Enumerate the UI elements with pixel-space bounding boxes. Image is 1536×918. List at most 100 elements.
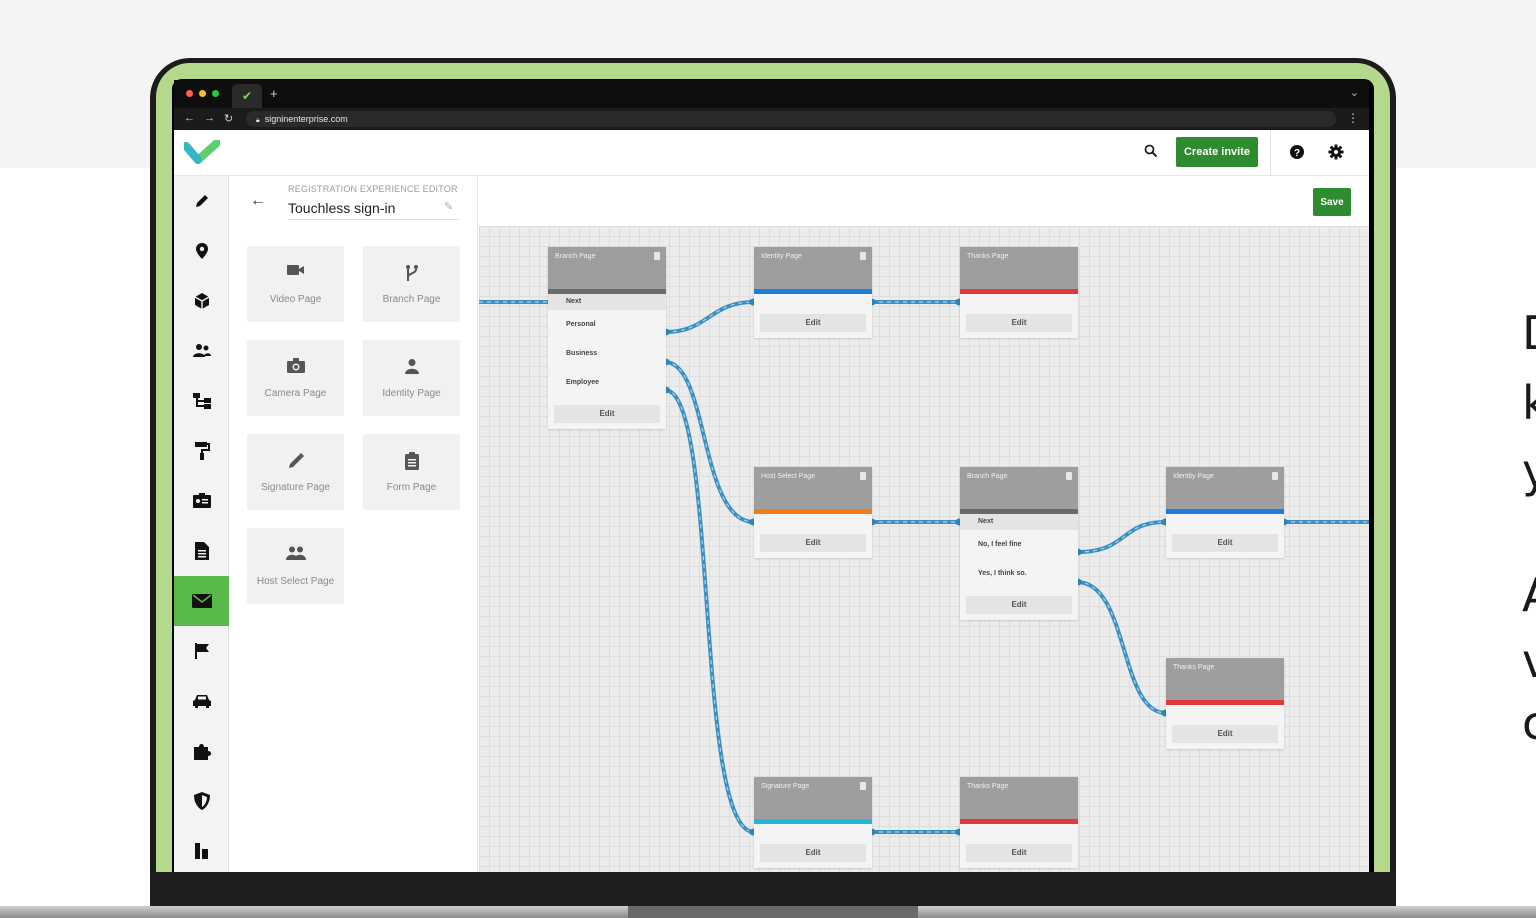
tile-host-select-page[interactable]: Host Select Page <box>247 528 344 604</box>
flow-canvas[interactable]: Save Branch Page Next Personal Business … <box>479 176 1369 872</box>
nav-car-icon[interactable] <box>174 676 229 726</box>
node-edit-button[interactable]: Edit <box>966 844 1072 862</box>
node-edit-button[interactable]: Edit <box>1172 725 1278 743</box>
nav-id-card-icon[interactable] <box>174 476 229 526</box>
minimize-window-dot[interactable] <box>199 90 206 97</box>
nav-shield-icon[interactable] <box>174 776 229 826</box>
tile-label: Camera Page <box>264 388 327 399</box>
trash-icon[interactable] <box>860 782 866 790</box>
node-option[interactable]: Employee <box>548 368 666 397</box>
experience-title[interactable]: Touchless sign-in <box>288 200 395 216</box>
node-header: Signature Page <box>754 777 872 819</box>
node-header: Branch Page <box>960 467 1078 509</box>
video-camera-icon <box>247 264 344 276</box>
svg-text:?: ? <box>1294 148 1300 159</box>
nav-layout-icon[interactable] <box>174 826 229 872</box>
tile-camera-page[interactable]: Camera Page <box>247 340 344 416</box>
side-text-char: v <box>1522 634 1536 688</box>
flow-node-thanks-page[interactable]: Thanks Page Edit <box>960 777 1078 868</box>
node-edit-button[interactable]: Edit <box>760 314 866 332</box>
maximize-window-dot[interactable] <box>212 90 219 97</box>
node-edit-button[interactable]: Edit <box>760 844 866 862</box>
nav-people-icon[interactable] <box>174 326 229 376</box>
node-edit-button[interactable]: Edit <box>966 314 1072 332</box>
back-arrow-icon[interactable]: ← <box>184 112 195 124</box>
nav-hierarchy-icon[interactable] <box>174 376 229 426</box>
nav-envelope-icon[interactable] <box>174 576 229 626</box>
tile-identity-page[interactable]: Identity Page <box>363 340 460 416</box>
flow-node-thanks-page[interactable]: Thanks Page Edit <box>1166 658 1284 749</box>
flow-node-host-select-page[interactable]: Host Select Page Edit <box>754 467 872 558</box>
node-title: Branch Page <box>967 473 1008 480</box>
reload-icon[interactable]: ↻ <box>224 112 233 125</box>
laptop-notch <box>628 906 918 918</box>
check-icon: ✔ <box>242 89 253 103</box>
node-header: Identity Page <box>754 247 872 289</box>
tile-branch-page[interactable]: Branch Page <box>363 246 460 322</box>
forward-arrow-icon[interactable]: → <box>204 112 215 124</box>
brand-logo-icon[interactable] <box>182 138 222 169</box>
new-tab-icon[interactable]: + <box>270 86 278 101</box>
node-edit-button[interactable]: Edit <box>554 405 660 423</box>
nav-puzzle-icon[interactable] <box>174 726 229 776</box>
close-window-dot[interactable] <box>186 90 193 97</box>
tile-label: Branch Page <box>382 294 441 305</box>
side-text-char: c <box>1522 696 1536 750</box>
address-bar[interactable]: 🔒︎ signinenterprise.com <box>246 111 1336 127</box>
flow-node-signature-page[interactable]: Signature Page Edit <box>754 777 872 868</box>
tile-video-page[interactable]: Video Page <box>247 246 344 322</box>
side-text-char: D <box>1522 310 1536 356</box>
node-option[interactable]: Yes, I think so. <box>960 559 1078 588</box>
gear-icon[interactable] <box>1328 144 1344 165</box>
side-text-char: y <box>1522 444 1536 498</box>
node-option[interactable]: Business <box>548 339 666 368</box>
node-header: Thanks Page <box>1166 658 1284 700</box>
node-title: Thanks Page <box>967 783 1009 790</box>
flow-node-identity-page[interactable]: Identity Page Edit <box>1166 467 1284 558</box>
search-icon[interactable] <box>1144 144 1158 163</box>
chevron-down-icon[interactable]: ⌄ <box>1350 86 1359 99</box>
node-edit-button[interactable]: Edit <box>760 534 866 552</box>
nav-flag-icon[interactable] <box>174 626 229 676</box>
flow-node-branch-page[interactable]: Branch Page Next No, I feel fine Yes, I … <box>960 467 1078 620</box>
node-next-output[interactable]: Next <box>960 514 1078 530</box>
browser-menu-icon[interactable]: ⋮ <box>1347 111 1359 125</box>
node-color-bar <box>754 819 872 824</box>
node-option[interactable]: No, I feel fine <box>960 530 1078 559</box>
node-title: Host Select Page <box>761 473 816 480</box>
trash-icon[interactable] <box>860 252 866 260</box>
help-icon[interactable]: ? <box>1289 144 1305 165</box>
nav-package-icon[interactable] <box>174 276 229 326</box>
trash-icon[interactable] <box>1066 472 1072 480</box>
flow-node-branch-page[interactable]: Branch Page Next Personal Business Emplo… <box>548 247 666 429</box>
node-edit-button[interactable]: Edit <box>966 596 1072 614</box>
node-header: Thanks Page <box>960 777 1078 819</box>
create-invite-button[interactable]: Create invite <box>1176 137 1258 167</box>
nav-location-pin-icon[interactable] <box>174 226 229 276</box>
back-arrow-icon[interactable]: ← <box>250 192 266 210</box>
flow-node-identity-page[interactable]: Identity Page Edit <box>754 247 872 338</box>
tile-signature-page[interactable]: Signature Page <box>247 434 344 510</box>
connection-line <box>663 360 756 524</box>
flow-node-thanks-page[interactable]: Thanks Page Edit <box>960 247 1078 338</box>
node-option[interactable]: Personal <box>548 310 666 339</box>
clipboard-icon <box>363 452 460 470</box>
side-text-char: k <box>1522 376 1536 430</box>
edit-pencil-icon[interactable]: ✎ <box>444 200 453 213</box>
node-next-output[interactable]: Next <box>548 294 666 310</box>
nav-pencil-icon[interactable] <box>174 176 229 226</box>
app-screen: ✔ + ⌄ ← → ↻ 🔒︎ signinenterprise.com ⋮ Cre… <box>174 80 1369 872</box>
nav-document-icon[interactable] <box>174 526 229 576</box>
node-title: Thanks Page <box>967 253 1009 260</box>
trash-icon[interactable] <box>860 472 866 480</box>
tile-form-page[interactable]: Form Page <box>363 434 460 510</box>
panel-subtitle: REGISTRATION EXPERIENCE EDITOR <box>288 184 458 194</box>
browser-tab[interactable]: ✔ <box>232 84 262 108</box>
nav-paint-roller-icon[interactable] <box>174 426 229 476</box>
node-edit-button[interactable]: Edit <box>1172 534 1278 552</box>
trash-icon[interactable] <box>1272 472 1278 480</box>
node-color-bar <box>1166 509 1284 514</box>
connection-line <box>1075 580 1168 715</box>
trash-icon[interactable] <box>654 252 660 260</box>
tile-label: Identity Page <box>382 388 441 399</box>
